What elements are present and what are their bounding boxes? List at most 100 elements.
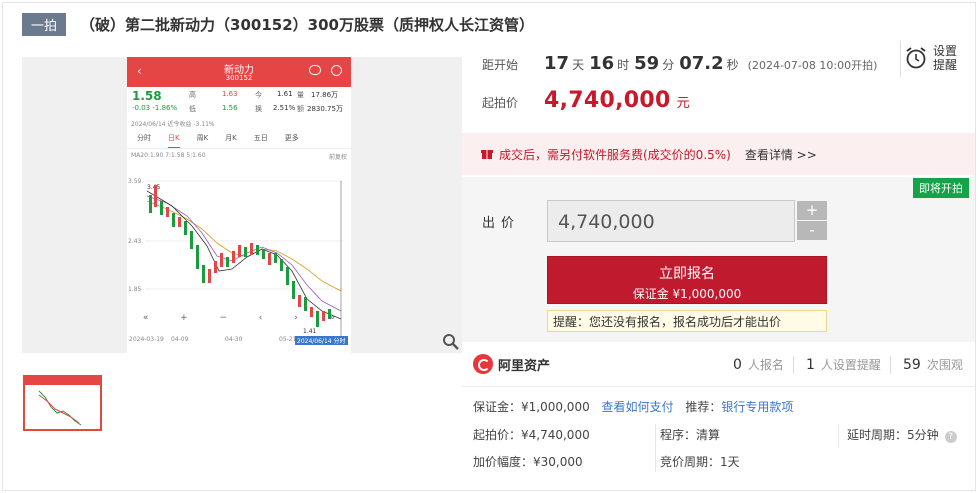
robot-icon [309,65,321,75]
stats-divider [793,356,794,374]
tab-five-day: 五日 [253,134,268,142]
days-unit: 天 [572,58,585,72]
next-icon: › [294,313,298,323]
start-price-row: 起拍价 4,740,000 元 [482,88,690,116]
help-icon[interactable]: ? [944,431,957,443]
how-to-pay-link[interactable]: 查看如何支付 [602,400,674,414]
zoom-out-icon: − [219,313,228,323]
quote-turn: 2.51% [273,104,296,112]
quote-amt: 2830.75万 [307,105,343,113]
bid-label: 出价 [482,216,521,231]
quote-vol: 17.86万 [311,91,339,99]
auction-round-tag: 一拍 [22,12,67,36]
stock-code: 300152 [225,74,253,82]
signup-deposit: 保证金 ¥1,000,000 [632,287,742,301]
reminder-label: 设置提醒 [933,44,958,72]
zoom-in-icon: + [180,313,188,323]
stats-divider [890,356,891,374]
stock-quote: 1.58 -0.03 -1.86% 高 1.63 低 1.56 今 1.61 换… [127,87,351,119]
process-info: 程序：清算 [660,428,721,442]
stock-date-line: 2024/06/14 近今收益 -3.11% [131,121,215,128]
grid-divider [838,424,839,448]
stock-app-header: ‹ 新动力 300152 [127,57,351,87]
fee-notice: 成交后，需另付软件服务费(成交价的0.5%) 查看详情 >> [462,133,975,175]
quote-high-label: 高 [189,91,196,99]
platform-name: 阿里资产 [498,358,551,374]
start-price-info: 起拍价：¥4,740,000 [473,428,590,442]
hours-unit: 时 [617,58,630,72]
countdown-minutes: 59 [634,53,660,74]
stock-screenshot-image: ‹ 新动力 300152 1.58 -0.03 -1.86% 高 1.63 低 … [127,57,351,353]
fee-details-link[interactable]: 查看详情 >> [745,146,817,163]
ma-legend: MA20:1.90 7:1.58 5:1.60 前复权 [131,152,347,161]
countdown-seconds: 07.2 [679,53,724,74]
grid-divider [655,424,656,472]
countdown-hours: 16 [589,53,615,74]
bid-increase-button[interactable]: + [797,201,827,220]
cycle-info: 竞价周期：1天 [660,455,740,469]
signup-tip: 提醒：您还没有报名，报名成功后才能出价 [547,310,827,332]
magnifier-icon[interactable] [442,333,460,351]
y-tick-top: 3.59 [128,178,142,185]
start-price-value: 4,740,000 [544,88,671,113]
quote-low-label: 低 [189,105,196,113]
fee-notice-text: 成交后，需另付软件服务费(成交价的0.5%) [499,147,731,162]
reminder-count: 1 人设置提醒 [806,357,881,373]
increment-info: 加价幅度：¥30,000 [473,455,583,469]
item-header: 一拍 （破）第二批新动力（300152）300万股票（质押权人长江资管） [22,12,534,36]
bid-amount-input[interactable]: 4,740,000 [547,200,795,242]
signup-count: 0 人报名 [733,357,784,373]
set-reminder-button[interactable]: 设置提醒 [900,41,961,77]
minutes-unit: 分 [662,58,675,72]
kline-tabs: 分时 日K 周K 月K 五日 更多 [127,127,351,149]
tab-daily: 日K [168,133,180,148]
item-title: （破）第二批新动力（300152）300万股票（质押权人长江资管） [80,15,534,34]
section-divider [462,386,975,387]
y-tick-low: 1.85 [128,286,142,293]
low-marker: 1.41 [303,328,317,335]
thumb-chart-icon [38,390,82,426]
quote-vol-label: 量 [297,91,304,99]
quote-high: 1.63 [222,90,238,98]
seconds-unit: 秒 [726,58,739,72]
y-tick-mid: 2.43 [128,238,142,245]
deposit-info: 保证金：¥1,000,000 查看如何支付 推荐：银行专用款项 [473,400,794,414]
quote-today-label: 今 [255,91,262,99]
tab-more: 更多 [284,134,299,142]
bid-decrease-button[interactable]: - [797,221,827,240]
start-time-note: (2024-07-08 10:00开拍) [747,59,878,72]
thumb-header [25,377,100,385]
reminder-divider [900,41,901,77]
ali-assets-logo-icon [473,354,493,374]
status-badge: 即将开拍 [913,178,969,198]
quote-today: 1.61 [277,90,293,98]
search-icon [331,65,342,76]
countdown: 距开始 17 天 16 时 59 分 07.2 秒 (2024-07-08 10… [482,53,877,79]
bank-account-link[interactable]: 银行专用款项 [721,400,793,414]
view-count: 59 次围观 [903,357,963,373]
stock-change: -0.03 -1.86% [132,104,178,112]
countdown-label: 距开始 [482,58,519,72]
delay-info: 延时周期：5分钟? [847,426,957,443]
adjust-label: 前复权 [328,154,347,161]
stock-price: 1.58 [132,89,162,103]
candles [149,185,331,327]
high-marker: 3.45 [147,184,161,191]
chart-controls: « + − ‹ › » [127,313,351,323]
forward-icon: » [329,313,336,323]
start-price-unit: 元 [676,96,690,111]
quote-low: 1.56 [222,104,238,112]
tab-weekly: 周K [196,134,209,142]
quote-turn-label: 换 [255,105,262,113]
tab-minute: 分时 [137,134,151,142]
start-price-label: 起拍价 [482,96,519,110]
quote-amt-label: 额 [297,105,304,113]
tab-monthly: 月K [225,134,237,142]
signup-button[interactable]: 立即报名 保证金 ¥1,000,000 [547,256,827,304]
countdown-days: 17 [544,53,570,74]
alarm-clock-icon [906,47,926,69]
gift-icon [481,150,493,159]
image-thumbnail[interactable] [23,375,102,431]
prev-icon: ‹ [258,313,263,323]
platform-brand: 阿里资产 [473,354,550,374]
